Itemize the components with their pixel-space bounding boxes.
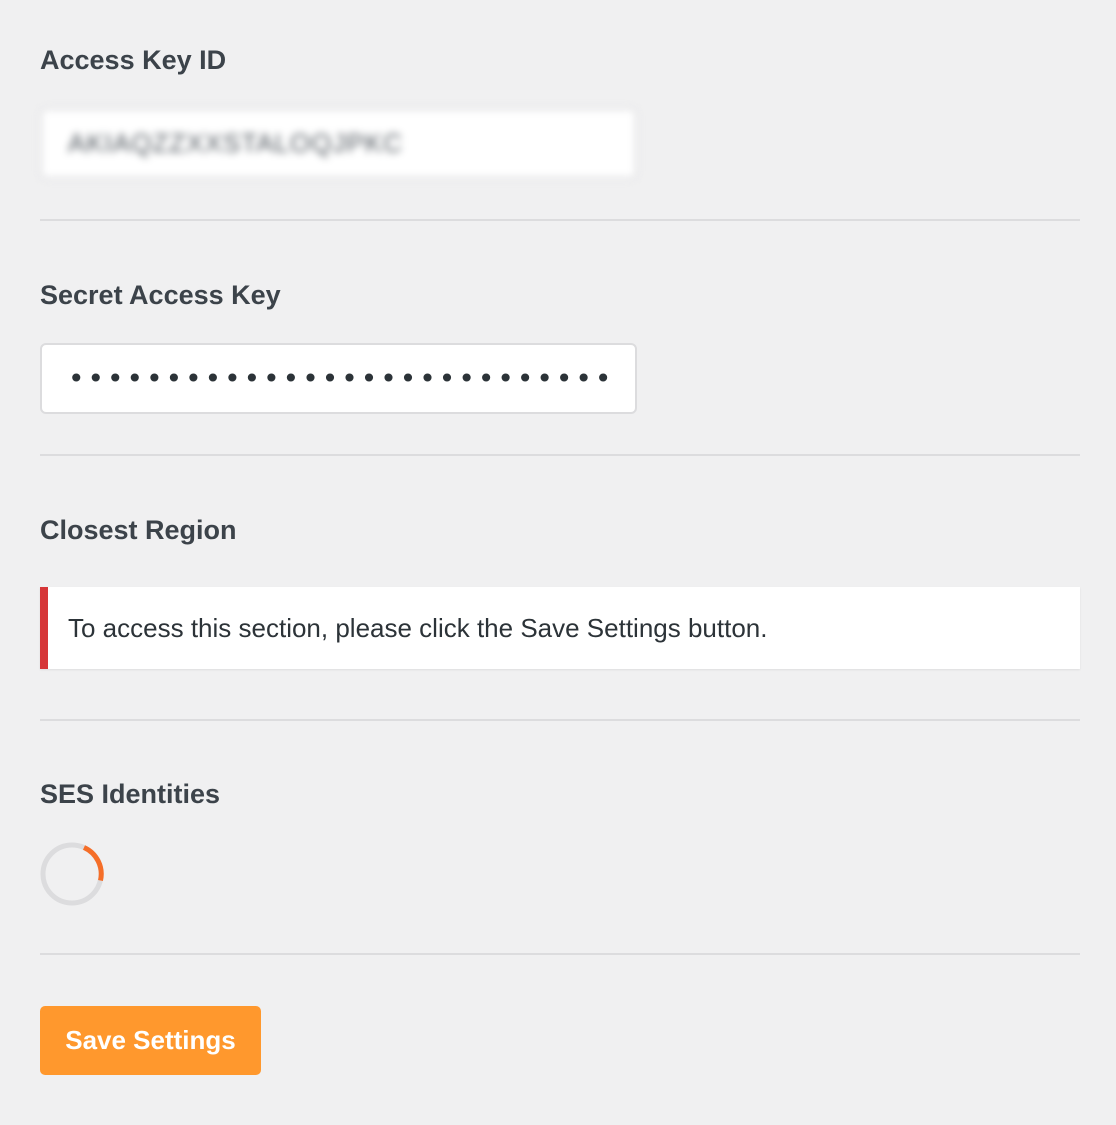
ses-identities-label: SES Identities	[40, 779, 221, 809]
secret-access-key-label: Secret Access Key	[40, 280, 281, 310]
access-key-id-label: Access Key ID	[40, 45, 227, 75]
save-settings-button[interactable]: Save Settings	[40, 1006, 261, 1075]
error-notice: To access this section, please click the…	[40, 587, 1080, 669]
secret-access-key-input[interactable]	[40, 343, 637, 414]
closest-region-label: Closest Region	[40, 515, 237, 545]
loading-spinner-icon	[40, 842, 104, 906]
access-key-id-input[interactable]	[40, 108, 637, 179]
section-divider	[40, 454, 1080, 456]
error-notice-text: To access this section, please click the…	[68, 612, 768, 643]
section-divider	[40, 719, 1080, 721]
section-divider	[40, 219, 1080, 221]
section-divider	[40, 953, 1080, 955]
